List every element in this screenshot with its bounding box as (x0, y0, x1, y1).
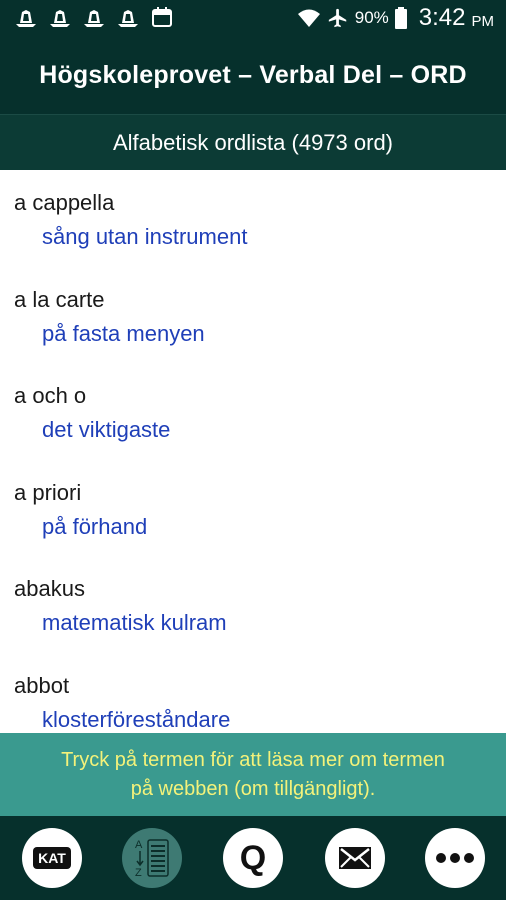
more-button[interactable] (425, 828, 485, 888)
app-bar: Högskoleprovet – Verbal Del – ORD (0, 36, 506, 114)
list-item[interactable]: a priori på förhand (0, 460, 506, 557)
list-item[interactable]: a cappella sång utan instrument (0, 170, 506, 267)
calendar-icon (152, 7, 172, 27)
kat-category-button[interactable]: KAT (22, 828, 82, 888)
quiz-icon: Q (239, 838, 267, 877)
kat-category-icon: KAT (33, 847, 71, 869)
clock-ampm: PM (471, 12, 495, 30)
svg-text:A: A (135, 839, 143, 851)
app-title: Högskoleprovet – Verbal Del – ORD (39, 60, 467, 89)
svg-text:Z: Z (135, 867, 142, 879)
wifi-icon (297, 9, 320, 27)
hint-banner: Tryck på termen för att läsa mer om term… (0, 733, 506, 816)
word-list[interactable]: a cappella sång utan instrument a la car… (0, 170, 506, 733)
list-item[interactable]: a la carte på fasta menyen (0, 267, 506, 364)
list-item[interactable]: abbot klosterföreståndare (0, 653, 506, 734)
word-definition: klosterföreståndare (42, 706, 231, 732)
word-definition: matematisk kulram (42, 610, 227, 635)
list-header: Alfabetisk ordlista (4973 ord) (0, 114, 506, 170)
battery-icon (394, 7, 407, 29)
clock-time: 3:42 (418, 4, 466, 31)
word-definition: på fasta menyen (42, 320, 205, 346)
word-term[interactable]: abbot (14, 673, 506, 699)
word-term[interactable]: a och o (14, 383, 506, 409)
status-bar: 90% 3:42 PM (0, 0, 506, 36)
alphabetical-list-icon: A Z (135, 839, 169, 879)
system-icons: 90% 3:42 PM (297, 4, 494, 32)
battery-percent: 90% (354, 8, 389, 27)
word-definition: det viktigaste (42, 417, 171, 442)
list-header-title: Alfabetisk ordlista (4973 ord) (112, 129, 394, 155)
notification-icons (14, 6, 174, 28)
list-item[interactable]: a och o det viktigaste (0, 363, 506, 460)
word-definition: sång utan instrument (42, 224, 248, 249)
word-term[interactable]: a cappella (14, 190, 506, 216)
ship-notification-icon (84, 10, 104, 27)
mail-icon (339, 847, 371, 869)
quiz-button[interactable]: Q (223, 828, 283, 888)
airplane-icon (328, 8, 346, 28)
word-term[interactable]: abakus (14, 576, 506, 602)
word-definition: på förhand (42, 513, 148, 539)
list-item[interactable]: abakus matematisk kulram (0, 556, 506, 653)
hint-text: Tryck på termen för att läsa mer om term… (61, 748, 445, 800)
alphabetical-list-button[interactable]: A Z (122, 828, 182, 888)
more-icon (436, 853, 474, 863)
word-term[interactable]: a priori (14, 480, 506, 506)
ship-notification-icon (50, 10, 70, 27)
ship-notification-icon (16, 10, 36, 27)
bottom-nav: KAT A Z Q (0, 816, 506, 900)
word-term[interactable]: a la carte (14, 287, 506, 313)
ship-notification-icon (118, 10, 138, 27)
mail-button[interactable] (325, 828, 385, 888)
